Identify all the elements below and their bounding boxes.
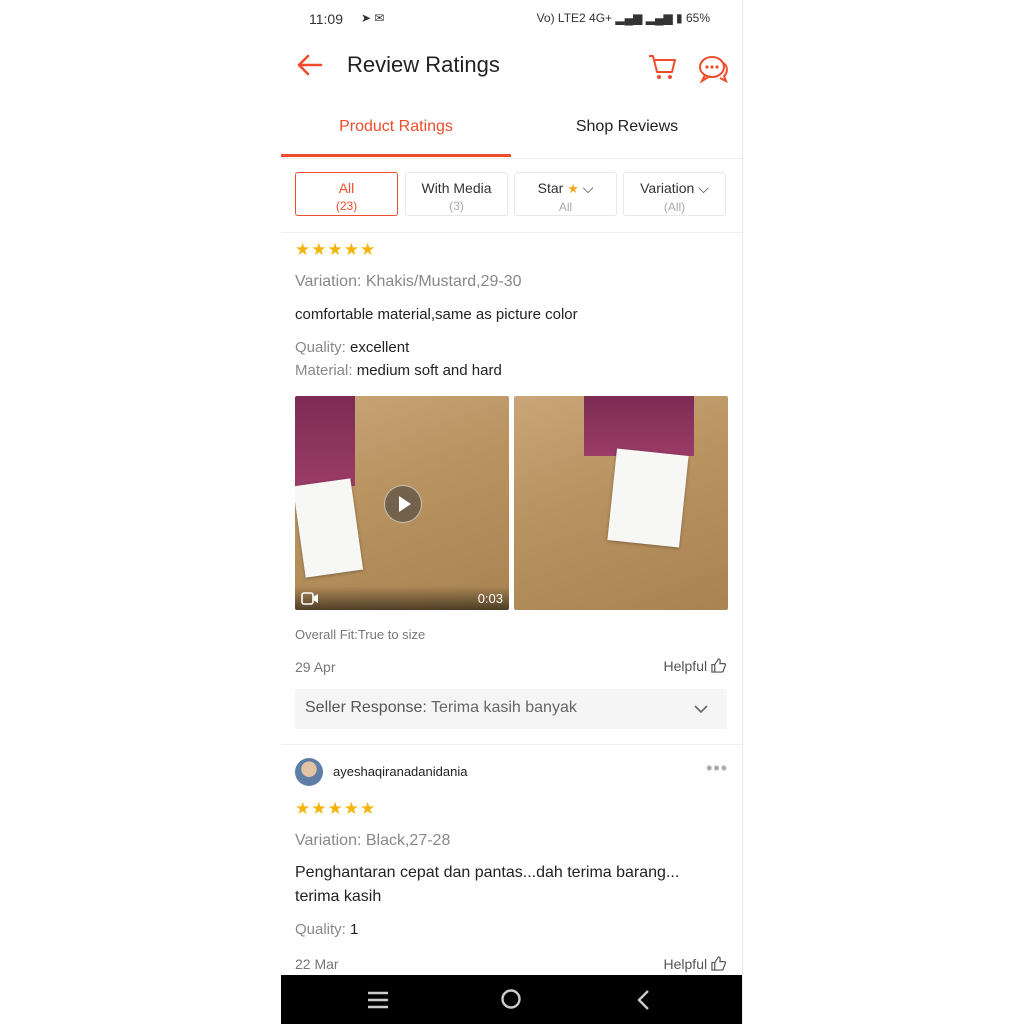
- review-date: 29 Apr: [295, 659, 336, 675]
- material-label: Material:: [295, 362, 353, 379]
- review-comment-line2: terima kasih: [295, 888, 382, 905]
- video-camera-icon: [301, 592, 318, 605]
- filter-star-label: Star: [537, 180, 564, 196]
- reviewer-username[interactable]: ayeshaqiranadanidania: [333, 764, 467, 779]
- filter-with-media[interactable]: With Media (3): [405, 172, 508, 216]
- review-variation: Variation: Khakis/Mustard,29-30: [295, 273, 522, 290]
- seller-response-text: Terima kasih banyak: [431, 699, 577, 716]
- review-photo-thumbnail[interactable]: [514, 396, 728, 610]
- network-indicator: Vo) LTE2 4G+: [536, 11, 613, 25]
- filter-bar: All (23) With Media (3) Star ★ ⌵ All Var…: [281, 158, 742, 233]
- filter-all-count: (23): [335, 199, 358, 213]
- overall-fit: Overall Fit:True to size: [295, 627, 426, 642]
- back-arrow-icon[interactable]: [295, 50, 325, 80]
- review-comment: comfortable material,same as picture col…: [295, 306, 578, 323]
- filter-all[interactable]: All (23): [295, 172, 398, 216]
- thumbs-up-icon: [711, 658, 726, 673]
- page-title: Review Ratings: [347, 52, 500, 77]
- seller-response[interactable]: Seller Response: Terima kasih banyak: [295, 689, 727, 729]
- helpful-label: Helpful: [663, 956, 708, 972]
- chat-icon[interactable]: [697, 54, 729, 84]
- quality-label: Quality:: [295, 339, 346, 356]
- helpful-button[interactable]: Helpful: [664, 658, 726, 674]
- system-nav-bar: [281, 975, 742, 1024]
- status-bar: 11:09 ➤ ✉ Vo) LTE2 4G+ ▂▄▆ ▂▄▆ ▮ 65%: [281, 0, 742, 38]
- app-bar: Review Ratings: [281, 38, 742, 94]
- material-value: medium soft and hard: [356, 362, 502, 379]
- filter-variation[interactable]: Variation ⌵ (All): [623, 172, 726, 216]
- review-divider: [281, 744, 742, 745]
- video-duration: 0:03: [477, 591, 503, 606]
- rating-stars: ★★★★★: [295, 799, 377, 818]
- notification-icons: ➤ ✉: [361, 11, 385, 25]
- more-options-icon[interactable]: •••: [706, 758, 728, 779]
- thumbs-up-icon: [711, 956, 726, 971]
- filter-star-value: All: [558, 200, 573, 214]
- recent-apps-icon[interactable]: [367, 990, 389, 1010]
- rating-stars: ★★★★★: [295, 240, 377, 259]
- review-material: Material: medium soft and hard: [295, 362, 502, 379]
- filter-variation-label: Variation: [640, 180, 695, 196]
- chevron-down-icon: ⌵: [698, 180, 709, 196]
- signal-icon: ▂▄▆ ▂▄▆ ▮: [615, 11, 683, 25]
- tab-bar: Product Ratings Shop Reviews: [281, 100, 742, 159]
- battery-level: 65%: [685, 11, 710, 25]
- filter-media-label: With Media: [421, 180, 492, 196]
- home-icon[interactable]: [500, 988, 522, 1010]
- review-variation: Variation: Black,27-28: [295, 832, 451, 849]
- status-right: Vo) LTE2 4G+ ▂▄▆ ▂▄▆ ▮ 65%: [537, 11, 710, 25]
- seller-response-label: Seller Response:: [305, 699, 427, 716]
- quality-value: excellent: [350, 339, 410, 356]
- filter-star[interactable]: Star ★ ⌵ All: [514, 172, 617, 216]
- avatar: [295, 758, 323, 786]
- chevron-down-icon[interactable]: [693, 701, 709, 717]
- hang-tag-image: [607, 448, 689, 548]
- play-icon[interactable]: [384, 485, 422, 523]
- quality-label: Quality:: [295, 921, 346, 938]
- filter-variation-value: (All): [663, 200, 686, 214]
- review-quality: Quality: excellent: [295, 339, 409, 356]
- status-time: 11:09: [309, 11, 343, 27]
- filter-media-count: (3): [449, 199, 464, 213]
- review-quality: Quality: 1: [295, 921, 358, 938]
- back-nav-icon[interactable]: [636, 989, 650, 1011]
- phone-screen: 11:09 ➤ ✉ Vo) LTE2 4G+ ▂▄▆ ▂▄▆ ▮ 65% Rev…: [281, 0, 743, 1024]
- review-comment-line1: Penghantaran cepat dan pantas...dah teri…: [295, 864, 680, 881]
- review-date: 22 Mar: [295, 956, 339, 972]
- filter-all-label: All: [338, 180, 355, 196]
- quality-value: 1: [350, 921, 359, 938]
- tab-product-ratings[interactable]: Product Ratings: [281, 100, 511, 157]
- helpful-label: Helpful: [663, 658, 708, 674]
- cart-icon[interactable]: [647, 52, 677, 82]
- star-icon: ★: [567, 181, 579, 196]
- video-bar: 0:03: [295, 586, 509, 610]
- review-video-thumbnail[interactable]: 0:03: [295, 396, 509, 610]
- chevron-down-icon: ⌵: [582, 180, 594, 196]
- tab-shop-reviews[interactable]: Shop Reviews: [512, 100, 742, 156]
- helpful-button[interactable]: Helpful: [664, 956, 726, 972]
